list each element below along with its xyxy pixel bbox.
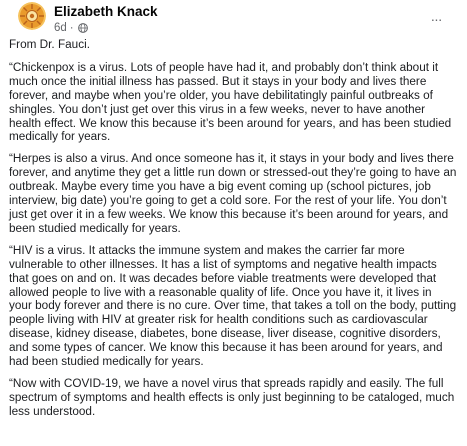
meta-separator: · <box>69 22 74 34</box>
post-time[interactable]: 6d <box>54 22 67 34</box>
post-header: Elizabeth Knack 6d · ··· <box>9 0 459 38</box>
post-paragraph: “Now with COVID-19, we have a novel viru… <box>9 376 455 418</box>
post-paragraph: “Herpes is also a virus. And once someon… <box>9 152 457 235</box>
globe-icon <box>77 23 88 33</box>
post-meta: 6d · <box>54 22 88 34</box>
more-options-icon: ··· <box>430 11 443 27</box>
post-paragraph: From Dr. Fauci. <box>9 38 90 51</box>
author-name[interactable]: Elizabeth Knack <box>54 4 158 19</box>
post-paragraph: “Chickenpox is a virus. Lots of people h… <box>9 60 452 144</box>
post-card: Elizabeth Knack 6d · ··· From Dr. Fauci.… <box>0 0 467 446</box>
more-options-button[interactable]: ··· <box>425 8 447 30</box>
post-paragraph: “HIV is a virus. It attacks the immune s… <box>9 243 457 369</box>
avatar[interactable] <box>18 2 46 30</box>
post-body: From Dr. Fauci. “Chickenpox is a virus. … <box>9 38 459 419</box>
